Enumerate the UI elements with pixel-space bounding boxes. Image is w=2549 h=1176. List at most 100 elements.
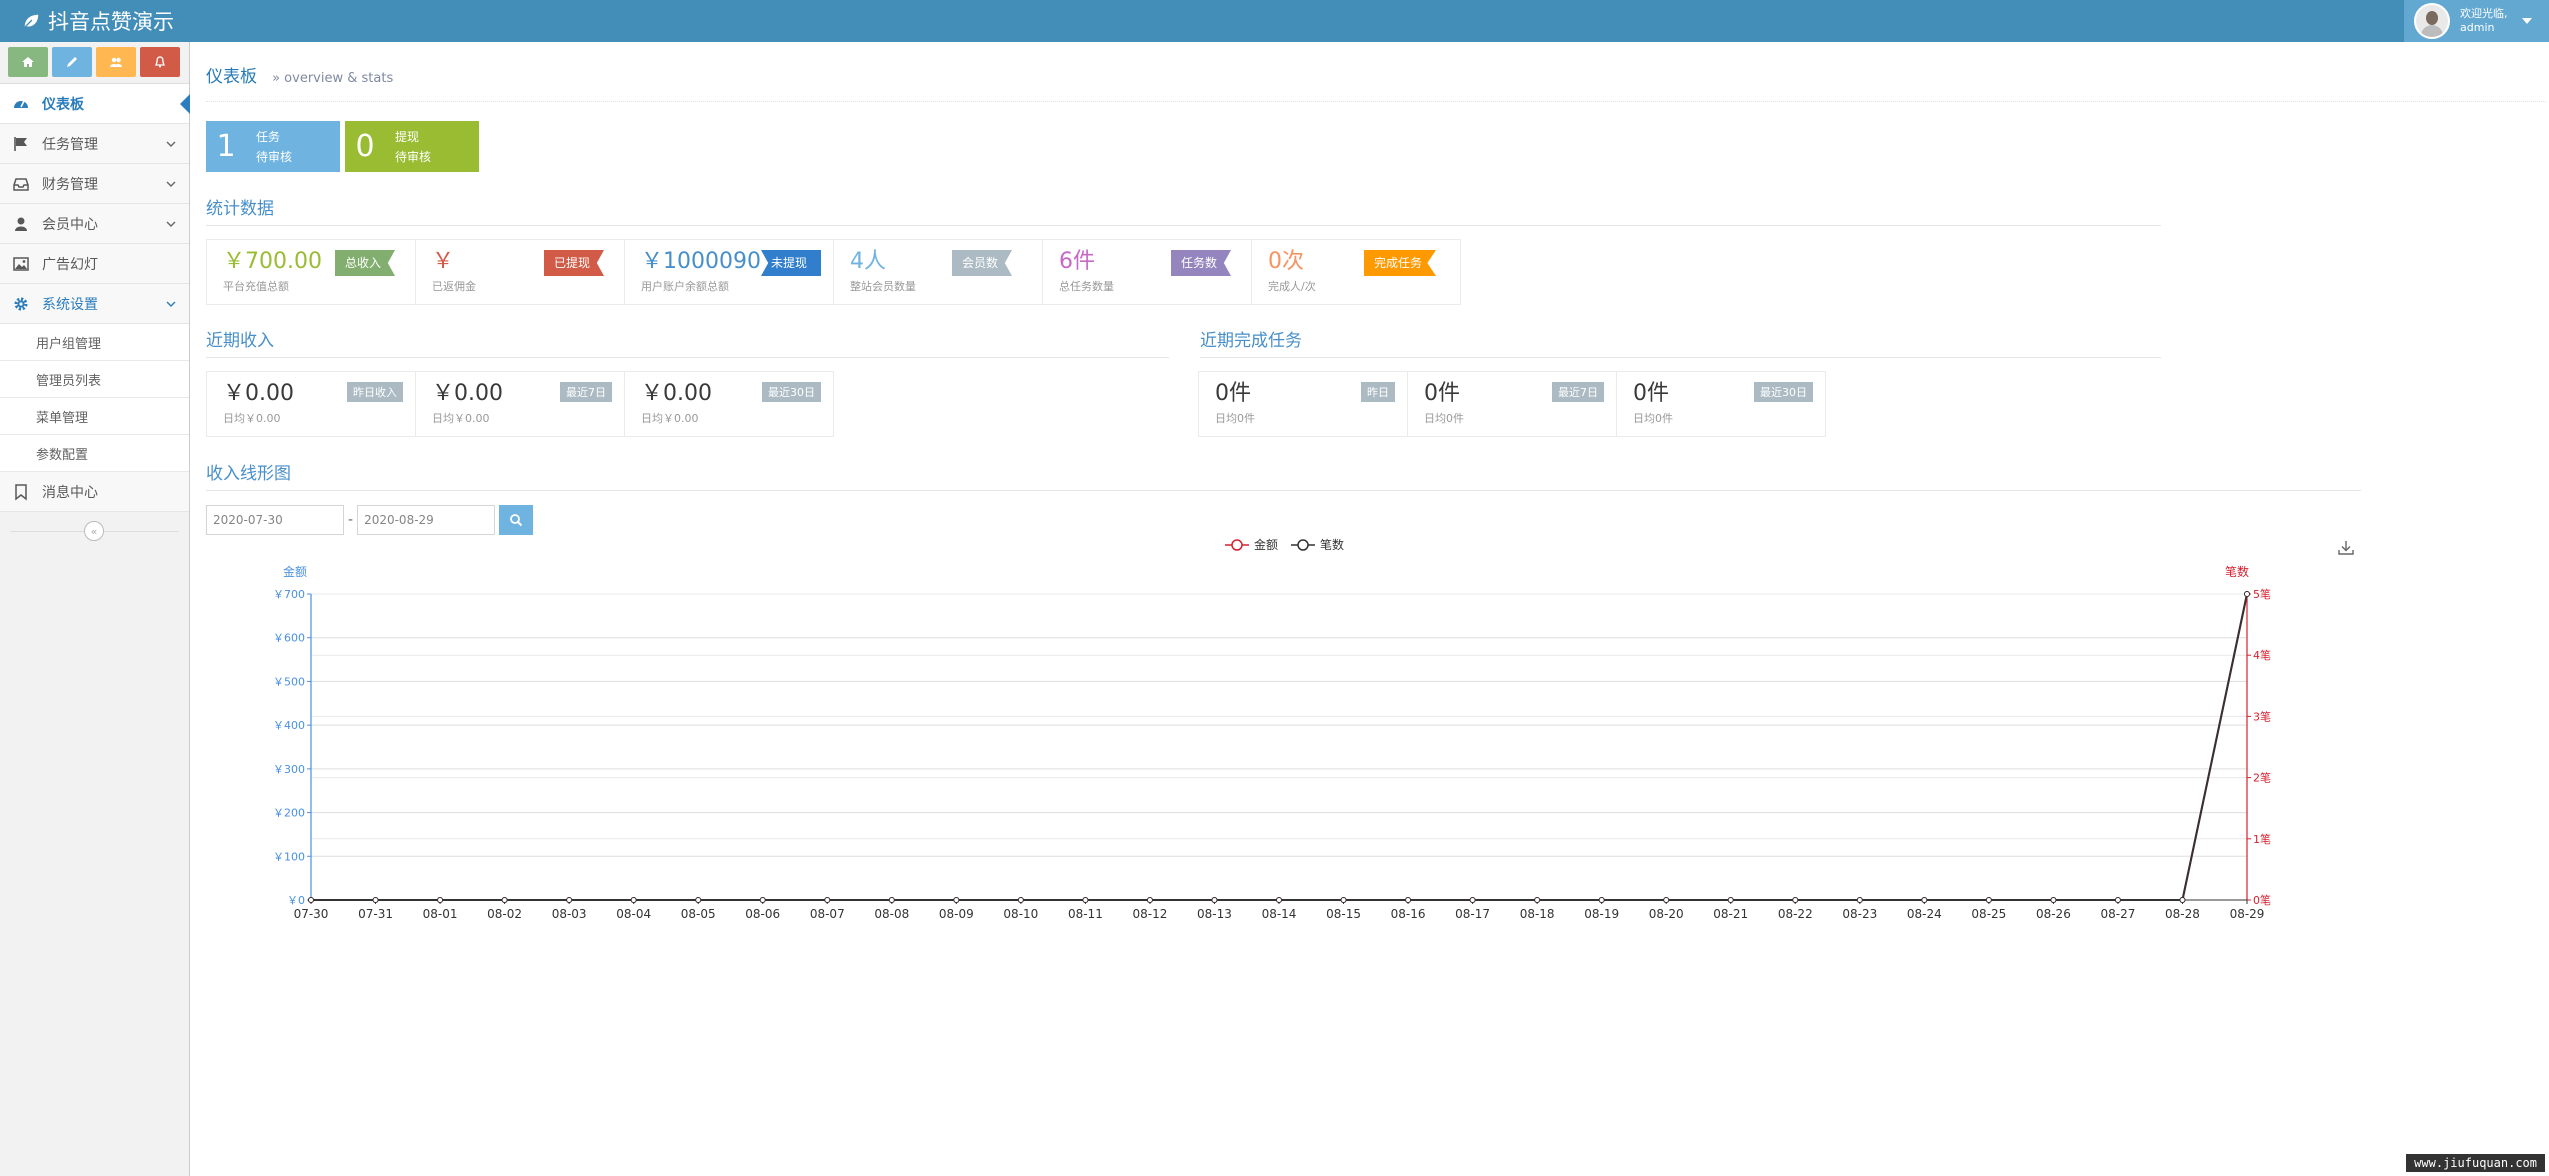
sidebar-item-label: 财务管理 — [42, 176, 98, 193]
stat-tag: 已提现 — [544, 250, 605, 276]
sidebar-shortcuts — [0, 42, 189, 84]
x-tick-label: 08-11 — [1068, 907, 1103, 921]
collapse-sidebar-button[interactable]: « — [84, 521, 104, 541]
dashboard-icon — [14, 100, 28, 108]
users-icon — [110, 57, 122, 67]
user-icon — [15, 217, 27, 231]
data-point — [1340, 897, 1347, 903]
home-shortcut-button[interactable] — [8, 47, 48, 77]
chevron-down-icon — [166, 221, 176, 227]
gear-icon — [14, 297, 28, 310]
sidebar-collapse: « — [0, 512, 189, 552]
x-tick-label: 08-03 — [552, 907, 587, 921]
legend-label: 金额 — [1254, 537, 1278, 552]
pending-task-label: 任务 — [256, 129, 281, 144]
x-tick-label: 08-05 — [681, 907, 716, 921]
data-point — [2244, 591, 2250, 597]
sidebar-item-messages[interactable]: 消息中心 — [0, 472, 189, 512]
sidebar-item-finance[interactable]: 财务管理 — [0, 164, 189, 204]
mini-label: 日均0件 — [1215, 412, 1255, 425]
avatar — [2414, 3, 2450, 39]
x-tick-label: 08-26 — [2036, 907, 2071, 921]
chevron-down-icon — [166, 301, 176, 307]
chevron-down-icon — [166, 141, 176, 147]
picture-icon — [13, 256, 29, 271]
section-income-title: 近期收入 — [206, 326, 1169, 358]
data-point — [308, 897, 314, 903]
x-tick-label: 08-08 — [874, 907, 909, 921]
users-shortcut-button[interactable] — [96, 47, 136, 77]
done-yesterday: 0件 日均0件 昨日 — [1198, 371, 1408, 437]
data-point — [695, 897, 702, 903]
data-point — [1856, 897, 1863, 903]
x-tick-label: 08-21 — [1713, 907, 1748, 921]
sidebar-item-settings[interactable]: 系统设置 — [0, 284, 189, 324]
data-point — [1727, 897, 1734, 903]
pencil-shortcut-button[interactable] — [52, 47, 92, 77]
sidebar-item-members[interactable]: 会员中心 — [0, 204, 189, 244]
user-greeting: 欢迎光临, — [2460, 7, 2508, 20]
bookmark-icon — [15, 483, 27, 501]
section-chart-title: 收入线形图 — [206, 459, 2361, 491]
stat-label: 平台充值总额 — [223, 280, 289, 293]
mini-badge: 昨日收入 — [347, 382, 403, 402]
user-menu[interactable]: 欢迎光临, admin — [2404, 0, 2549, 42]
data-point — [2179, 897, 2186, 903]
x-tick-label: 08-04 — [616, 907, 651, 921]
y-right-tick-label: 1笔 — [2253, 832, 2271, 846]
stat-label: 用户账户余额总额 — [641, 280, 729, 293]
stat-members: 4人 整站会员数量 会员数 — [833, 239, 1043, 305]
sidebar-item-label: 广告幻灯 — [42, 256, 98, 273]
submenu-item-user-groups[interactable]: 用户组管理 — [0, 324, 189, 361]
submenu-item-params[interactable]: 参数配置 — [0, 435, 189, 472]
stat-tag: 总收入 — [335, 250, 396, 276]
data-point — [437, 897, 444, 903]
x-tick-label: 08-13 — [1197, 907, 1232, 921]
sidebar-item-dashboard[interactable]: 仪表板 — [0, 84, 190, 124]
pending-task-box[interactable]: 1 任务 待审核 — [206, 121, 340, 172]
data-point — [1985, 897, 1992, 903]
data-point — [372, 897, 379, 903]
page-subtitle: » overview & stats — [272, 71, 394, 86]
x-tick-label: 08-25 — [1971, 907, 2006, 921]
sidebar-item-label: 仪表板 — [42, 96, 84, 113]
download-icon[interactable] — [2336, 538, 2356, 558]
brand-title: 抖音点赞演示 — [48, 10, 174, 34]
mini-label: 日均￥0.00 — [432, 412, 490, 425]
sidebar-item-tasks[interactable]: 任务管理 — [0, 124, 189, 164]
page-header: 仪表板 » overview & stats — [206, 62, 2546, 102]
x-tick-label: 08-20 — [1649, 907, 1684, 921]
stat-tag: 任务数 — [1171, 250, 1232, 276]
data-point — [1405, 897, 1412, 903]
sidebar-item-ads[interactable]: 广告幻灯 — [0, 244, 189, 284]
stat-label: 整站会员数量 — [850, 280, 916, 293]
stat-tag: 完成任务 — [1364, 250, 1437, 276]
y-left-tick-label: ￥0 — [287, 894, 305, 907]
leaf-icon — [23, 14, 39, 29]
x-tick-label: 08-17 — [1455, 907, 1490, 921]
series-line-2 — [311, 593, 2248, 901]
y-left-axis-label: 金额 — [283, 564, 307, 579]
x-tick-label: 07-30 — [294, 907, 329, 921]
pending-withdraw-status: 待审核 — [395, 149, 432, 164]
chart-grid — [311, 593, 2247, 901]
x-tick-label: 08-07 — [810, 907, 845, 921]
data-point — [630, 897, 637, 903]
submenu-item-admins[interactable]: 管理员列表 — [0, 361, 189, 398]
pending-withdraw-box[interactable]: 0 提现 待审核 — [345, 121, 479, 172]
x-tick-label: 08-19 — [1584, 907, 1619, 921]
income-30days: ￥0.00 日均￥0.00 最近30日 — [624, 371, 834, 437]
stat-total-income: ￥700.00 平台充值总额 总收入 — [206, 239, 416, 305]
sidebar: 仪表板 任务管理 财务管理 会员中心 广告幻灯 系统设置 用户组管理 管理员列表… — [0, 42, 190, 1176]
y-right-tick-label: 0笔 — [2253, 893, 2271, 907]
submenu-item-menus[interactable]: 菜单管理 — [0, 398, 189, 435]
mini-badge: 最近30日 — [762, 382, 821, 402]
bell-shortcut-button[interactable] — [140, 47, 180, 77]
x-tick-label: 08-10 — [1003, 907, 1038, 921]
income-row: ￥0.00 日均￥0.00 昨日收入 ￥0.00 日均￥0.00 最近7日 ￥0… — [206, 371, 834, 437]
income-line-chart: ￥0 ￥100 ￥200 ￥300 ￥400 ￥500 ￥600 ￥700 0笔 1笔 2笔 3笔 4笔… — [273, 537, 2271, 921]
stat-label: 完成人/次 — [1268, 280, 1316, 293]
brand[interactable]: 抖音点赞演示 — [22, 6, 174, 36]
x-tick-label: 08-24 — [1907, 907, 1942, 921]
y-left-tick-label: ￥700 — [273, 588, 305, 601]
